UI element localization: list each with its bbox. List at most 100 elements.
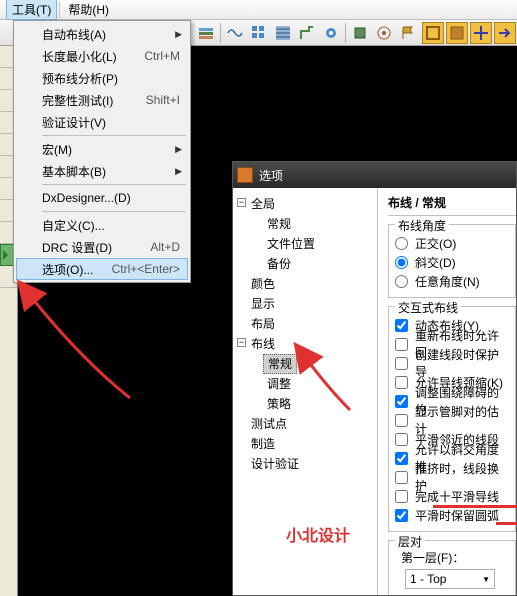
- tree-label: 颜色: [251, 277, 275, 291]
- check-keep-arc[interactable]: [395, 509, 408, 522]
- toolbar-btn-y1[interactable]: [422, 22, 444, 44]
- menu-label: 完整性测试(I): [42, 92, 146, 109]
- toolbar-btn-3[interactable]: [248, 22, 270, 44]
- dialog-body: −全局 常规 文件位置 备份 颜色 显示 布局 −布线 常规 调整 策略 测试点…: [233, 188, 516, 595]
- toolbar-btn-7[interactable]: [349, 22, 371, 44]
- toolbar-btn-9[interactable]: [397, 22, 419, 44]
- menu-verify[interactable]: 验证设计(V): [16, 111, 188, 133]
- check-finish-smooth[interactable]: [395, 490, 408, 503]
- tree-color[interactable]: 颜色: [237, 274, 373, 294]
- check-neck[interactable]: [395, 376, 408, 389]
- menu-label: 长度最小化(L): [42, 48, 144, 65]
- annotation-strike-1: [433, 505, 517, 508]
- menu-label: DxDesigner...(D): [42, 191, 184, 205]
- toolbar-btn-6[interactable]: [320, 22, 342, 44]
- check-diag-push[interactable]: [395, 452, 408, 465]
- radio-diag[interactable]: [395, 256, 408, 269]
- menubar: 工具(T) 帮助(H): [0, 0, 517, 20]
- menu-shortcut: Shift+I: [146, 93, 180, 107]
- submenu-arrow-icon: ▶: [175, 29, 182, 40]
- radio-diag-row[interactable]: 斜交(D): [395, 253, 509, 271]
- check-obstacle[interactable]: [395, 395, 408, 408]
- dialog-icon: [237, 167, 253, 183]
- tree-fileloc[interactable]: 文件位置: [237, 234, 373, 254]
- menu-preroute[interactable]: 预布线分析(P): [16, 67, 188, 89]
- menu-customize[interactable]: 自定义(C)...: [16, 214, 188, 236]
- tree-routing[interactable]: −布线: [237, 334, 373, 354]
- tree-backup[interactable]: 备份: [237, 254, 373, 274]
- radio-any[interactable]: [395, 275, 408, 288]
- check-dynamic[interactable]: [395, 319, 408, 332]
- radio-label: 任意角度(N): [415, 273, 480, 290]
- collapse-icon[interactable]: −: [237, 338, 246, 347]
- menu-options[interactable]: 选项(O)...Ctrl+<Enter>: [16, 258, 188, 280]
- layer-combo[interactable]: 1 - Top▼: [405, 569, 495, 589]
- toolbar-btn-4[interactable]: [272, 22, 294, 44]
- tree-label: 测试点: [251, 417, 287, 431]
- check-label: 完成十平滑导线: [415, 488, 499, 505]
- toolbar-btn-1[interactable]: [195, 22, 217, 44]
- tree-global[interactable]: −全局: [237, 194, 373, 214]
- layer-icon: [198, 25, 214, 41]
- tree-label: 全局: [251, 197, 275, 211]
- menu-macro[interactable]: 宏(M)▶: [16, 138, 188, 160]
- check-estimate[interactable]: [395, 414, 408, 427]
- check-row-9[interactable]: 推挤时，线段换护: [395, 468, 509, 486]
- cross-icon: [473, 25, 489, 41]
- toolbar-sep: [220, 23, 221, 43]
- toolbar-btn-2[interactable]: [224, 22, 246, 44]
- dialog-titlebar[interactable]: 选项: [233, 162, 516, 188]
- tree-testpoint[interactable]: 测试点: [237, 414, 373, 434]
- menu-help[interactable]: 帮助(H): [62, 0, 115, 20]
- radio-label: 正交(O): [415, 235, 456, 252]
- menu-label: 自定义(C)...: [42, 217, 184, 234]
- check-smooth-adj[interactable]: [395, 433, 408, 446]
- check-row-10[interactable]: 完成十平滑导线: [395, 487, 509, 505]
- toolbar-btn-5[interactable]: [296, 22, 318, 44]
- radio-ortho-row[interactable]: 正交(O): [395, 234, 509, 252]
- box2-icon: [449, 25, 465, 41]
- check-row-11[interactable]: 平滑时保留圆弧: [395, 506, 509, 524]
- radio-any-row[interactable]: 任意角度(N): [395, 272, 509, 290]
- watermark: 小北设计: [286, 522, 350, 546]
- tools-dropdown: 自动布线(A)▶ 长度最小化(L)Ctrl+M 预布线分析(P) 完整性测试(I…: [13, 20, 191, 283]
- check-row-6[interactable]: 显示管脚对的估计: [395, 411, 509, 429]
- tree-general[interactable]: 常规: [237, 214, 373, 234]
- tree-display[interactable]: 显示: [237, 294, 373, 314]
- check-row-3[interactable]: 创建线段时保护导: [395, 354, 509, 372]
- submenu-arrow-icon: ▶: [175, 144, 182, 155]
- toolbar-sep-2: [345, 23, 346, 43]
- check-protect[interactable]: [395, 357, 408, 370]
- menu-integrity[interactable]: 完整性测试(I)Shift+I: [16, 89, 188, 111]
- menu-minlen[interactable]: 长度最小化(L)Ctrl+M: [16, 45, 188, 67]
- collapse-icon[interactable]: −: [237, 198, 246, 207]
- group-title: 布线角度: [395, 217, 449, 234]
- arrow-icon: [497, 25, 513, 41]
- tree-label: 文件位置: [267, 237, 315, 251]
- check-label: 平滑时保留圆弧: [415, 507, 499, 524]
- check-reroute[interactable]: [395, 338, 408, 351]
- flag-icon: [400, 25, 416, 41]
- menu-label: 验证设计(V): [42, 114, 184, 131]
- check-push-swap[interactable]: [395, 471, 408, 484]
- tree-label: 策略: [267, 397, 291, 411]
- annotation-strike-2: [496, 522, 517, 525]
- toolbar-btn-y2[interactable]: [446, 22, 468, 44]
- tree-designver[interactable]: 设计验证: [237, 454, 373, 474]
- route-icon: [299, 25, 315, 41]
- wave-icon: [227, 25, 243, 41]
- menu-tools[interactable]: 工具(T): [6, 0, 57, 20]
- combo-value: 1 - Top: [410, 572, 446, 586]
- radio-ortho[interactable]: [395, 237, 408, 250]
- menu-script[interactable]: 基本脚本(B)▶: [16, 160, 188, 182]
- tree-layout[interactable]: 布局: [237, 314, 373, 334]
- menu-drc[interactable]: DRC 设置(D)Alt+D: [16, 236, 188, 258]
- menu-dxdesigner[interactable]: DxDesigner...(D): [16, 187, 188, 209]
- menu-autoroute[interactable]: 自动布线(A)▶: [16, 23, 188, 45]
- menu-label: 基本脚本(B): [42, 163, 184, 180]
- toolbar-btn-y4[interactable]: [494, 22, 516, 44]
- tree-mfg[interactable]: 制造: [237, 434, 373, 454]
- toolbar-btn-y3[interactable]: [470, 22, 492, 44]
- via-icon: [323, 25, 339, 41]
- toolbar-btn-8[interactable]: [373, 22, 395, 44]
